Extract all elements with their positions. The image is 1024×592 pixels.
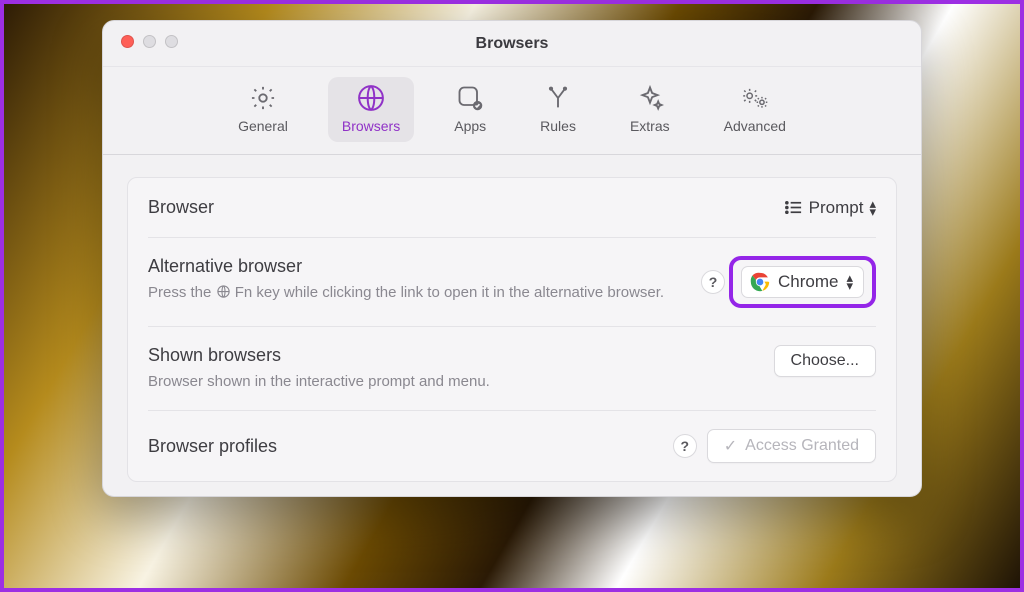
selector-label: Chrome [778,272,838,292]
highlight-annotation: Chrome ▴▾ [729,256,876,308]
gear-icon [248,83,278,113]
chevrons-icon: ▴▾ [846,274,853,290]
tab-browsers[interactable]: Browsers [328,77,414,142]
help-button[interactable]: ? [701,270,725,294]
tab-label: General [238,118,288,134]
tab-label: Rules [540,118,576,134]
window-controls [121,35,178,48]
tab-label: Extras [630,118,670,134]
list-icon [784,198,803,217]
status-label: Access Granted [745,437,859,455]
help-button[interactable]: ? [673,434,697,458]
selector-label: Prompt [809,198,864,218]
tab-label: Browsers [342,118,400,134]
check-icon: ✓ [724,436,737,456]
sparkles-icon [635,83,665,113]
chevrons-icon: ▴▾ [869,200,876,216]
tab-rules[interactable]: Rules [526,77,590,142]
preferences-window: Browsers General Browsers Apps Rules [102,20,922,497]
alternative-browser-selector[interactable]: Chrome ▴▾ [741,266,864,298]
app-badge-icon [455,83,485,113]
row-description: Press the Fn key while clicking the link… [148,283,664,303]
row-title: Browser [148,197,214,218]
row-title: Browser profiles [148,436,277,457]
tab-advanced[interactable]: Advanced [710,77,800,142]
access-status-button[interactable]: ✓ Access Granted [707,429,876,463]
titlebar: Browsers [103,21,921,67]
tab-extras[interactable]: Extras [616,77,684,142]
row-browser-profiles: Browser profiles ? ✓ Access Granted [148,411,876,481]
branch-icon [543,83,573,113]
choose-button[interactable]: Choose... [774,345,876,377]
window-title: Browsers [476,35,549,53]
row-browser: Browser Prompt ▴▾ [148,178,876,238]
zoom-window-button[interactable] [165,35,178,48]
globe-inline-icon [216,284,231,299]
row-title: Shown browsers [148,345,490,366]
content-area: Browser Prompt ▴▾ Alternative browser [103,155,921,490]
gears-icon [740,83,770,113]
toolbar-tabs: General Browsers Apps Rules Extras [103,67,921,155]
tab-label: Advanced [724,118,786,134]
button-label: Choose... [791,352,859,370]
row-title: Alternative browser [148,256,664,277]
minimize-window-button[interactable] [143,35,156,48]
settings-panel: Browser Prompt ▴▾ Alternative browser [127,177,897,482]
chrome-icon [750,272,770,292]
tab-apps[interactable]: Apps [440,77,500,142]
row-alternative-browser: Alternative browser Press the Fn key whi… [148,238,876,327]
row-shown-browsers: Shown browsers Browser shown in the inte… [148,327,876,411]
tab-label: Apps [454,118,486,134]
close-window-button[interactable] [121,35,134,48]
globe-icon [356,83,386,113]
browser-mode-selector[interactable]: Prompt ▴▾ [784,198,876,218]
row-description: Browser shown in the interactive prompt … [148,372,490,392]
tab-general[interactable]: General [224,77,302,142]
